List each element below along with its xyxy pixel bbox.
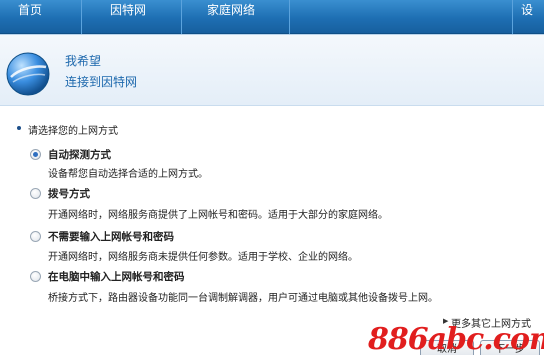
section-prompt: 请选择您的上网方式 (28, 126, 118, 137)
nav-tab-settings[interactable]: 设 (512, 0, 544, 34)
page-header: 我希望 连接到因特网 (0, 34, 544, 106)
header-subtitle: 连接到因特网 (65, 75, 138, 89)
header-title: 我希望 (65, 54, 102, 68)
option-desc-bridge: 桥接方式下，路由器设备功能同一台调制解调器，用户可通过电脑或其他设备拨号上网。 (48, 293, 438, 304)
radio-no-account[interactable] (30, 231, 41, 242)
bullet-icon (17, 126, 21, 130)
top-navigation: 首页 因特网 家庭网络 设 (0, 0, 544, 34)
watermark: 886abc.com (368, 322, 544, 355)
radio-auto-detect[interactable] (30, 149, 41, 160)
nav-tab-home[interactable]: 首页 (0, 0, 82, 34)
radio-bridge[interactable] (30, 271, 41, 282)
option-desc-no-account: 开通网络时，网络服务商未提供任何参数。适用于学校、企业的网络。 (48, 252, 358, 263)
radio-dialup[interactable] (30, 188, 41, 199)
option-title-auto-detect[interactable]: 自动探测方式 (48, 147, 111, 162)
option-title-no-account[interactable]: 不需要输入上网帐号和密码 (48, 229, 174, 244)
globe-icon (6, 52, 50, 96)
option-desc-auto-detect: 设备帮您自动选择合适的上网方式。 (48, 169, 208, 180)
nav-tab-internet[interactable]: 因特网 (82, 0, 182, 34)
option-desc-dialup: 开通网络时，网络服务商提供了上网帐号和密码。适用于大部分的家庭网络。 (48, 210, 388, 221)
option-title-bridge[interactable]: 在电脑中输入上网帐号和密码 (48, 269, 185, 284)
nav-tab-home-network[interactable]: 家庭网络 (182, 0, 290, 34)
option-title-dialup[interactable]: 拨号方式 (48, 186, 90, 201)
